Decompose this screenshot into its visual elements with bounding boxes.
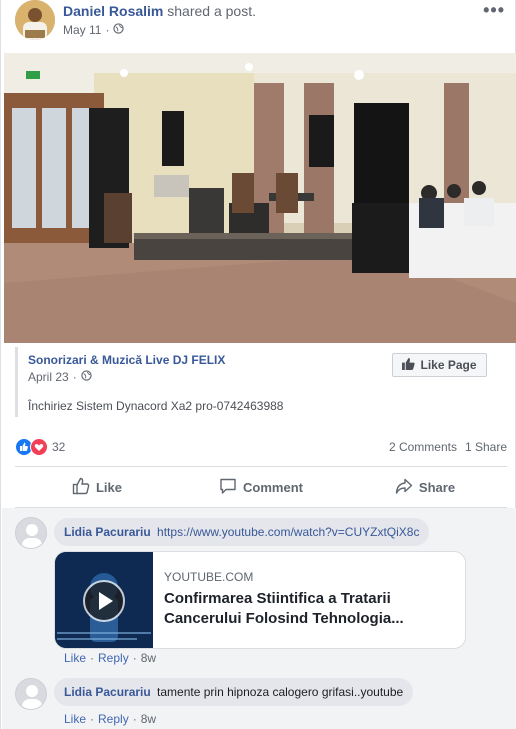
author-avatar[interactable]: [15, 0, 55, 40]
preview-domain: YOUTUBE.COM: [164, 570, 254, 584]
comments-count-link[interactable]: 2 Comments: [389, 440, 457, 454]
like-page-button[interactable]: Like Page: [392, 353, 487, 377]
comment-actions: Like · Reply · 8w: [64, 651, 157, 665]
share-button-label: Share: [418, 479, 456, 495]
comment-button[interactable]: Comment: [179, 468, 343, 506]
feed-post: Daniel Rosalim shared a post. May 11 · •…: [0, 0, 516, 729]
comment-time[interactable]: 8w: [141, 651, 156, 665]
reactions-bar: 32 2 Comments 1 Share: [15, 437, 507, 457]
commenter-avatar[interactable]: [15, 517, 47, 549]
post-actions: Like Comment Share: [15, 468, 507, 506]
comment-button-label: Comment: [243, 479, 303, 495]
comment-reply-link[interactable]: Reply: [98, 651, 129, 665]
globe-icon: [81, 370, 92, 384]
post-action-text: shared a post.: [167, 3, 256, 19]
share-button[interactable]: Share: [343, 468, 507, 506]
comment-icon: [219, 477, 237, 498]
like-page-label: Like Page: [420, 358, 477, 372]
like-button-label: Like: [95, 479, 122, 495]
post-header: Daniel Rosalim shared a post. May 11 · •…: [15, 0, 505, 46]
comment-author[interactable]: Lidia Pacurariu: [64, 685, 151, 699]
like-button[interactable]: Like: [15, 468, 179, 506]
commenter-avatar[interactable]: [15, 678, 47, 710]
comment-actions: Like · Reply · 8w: [64, 712, 157, 726]
video-thumbnail[interactable]: [55, 552, 153, 648]
share-icon: [395, 477, 413, 498]
comment-bubble: Lidia Pacurariu tamente prin hipnoza cal…: [54, 678, 414, 706]
reaction-count[interactable]: 32: [52, 440, 65, 454]
post-meta: May 11 ·: [63, 23, 125, 37]
globe-icon: [113, 23, 125, 37]
thumbs-up-icon: [72, 477, 90, 498]
preview-title[interactable]: Confirmarea Stiintifica a Tratarii Cance…: [164, 589, 454, 629]
shared-meta: April 23 ·: [28, 370, 92, 384]
author-name[interactable]: Daniel Rosalim: [63, 3, 163, 19]
comment-link[interactable]: https://www.youtube.com/watch?v=CUYZxtQi…: [157, 525, 419, 539]
shared-post-text: Închiriez Sistem Dynacord Xa2 pro-074246…: [28, 399, 284, 413]
love-reaction-icon[interactable]: [30, 438, 48, 459]
shared-post-block: Sonorizari & Muzică Live DJ FELIX April …: [15, 343, 505, 423]
comment-author[interactable]: Lidia Pacurariu: [64, 525, 151, 539]
comment-time[interactable]: 8w: [141, 712, 156, 726]
link-preview-card[interactable]: YOUTUBE.COM Confirmarea Stiintifica a Tr…: [54, 551, 466, 649]
post-author-line: Daniel Rosalim shared a post.: [63, 3, 256, 19]
shared-page-name[interactable]: Sonorizari & Muzică Live DJ FELIX: [28, 353, 225, 367]
post-photo[interactable]: [4, 53, 516, 343]
comment-text: tamente prin hipnoza calogero grifasi..y…: [157, 685, 404, 699]
shares-count-link[interactable]: 1 Share: [465, 440, 507, 454]
more-options-icon[interactable]: •••: [483, 0, 505, 21]
comment-like-link[interactable]: Like: [64, 651, 86, 665]
comment-like-link[interactable]: Like: [64, 712, 86, 726]
post-date[interactable]: May 11: [63, 23, 101, 37]
shared-divider: [15, 347, 18, 417]
comment-reply-link[interactable]: Reply: [98, 712, 129, 726]
divider: [15, 466, 507, 467]
comment-bubble: Lidia Pacurariu https://www.youtube.com/…: [54, 518, 430, 546]
shared-date[interactable]: April 23: [28, 370, 69, 384]
thumbs-up-icon: [402, 357, 416, 373]
